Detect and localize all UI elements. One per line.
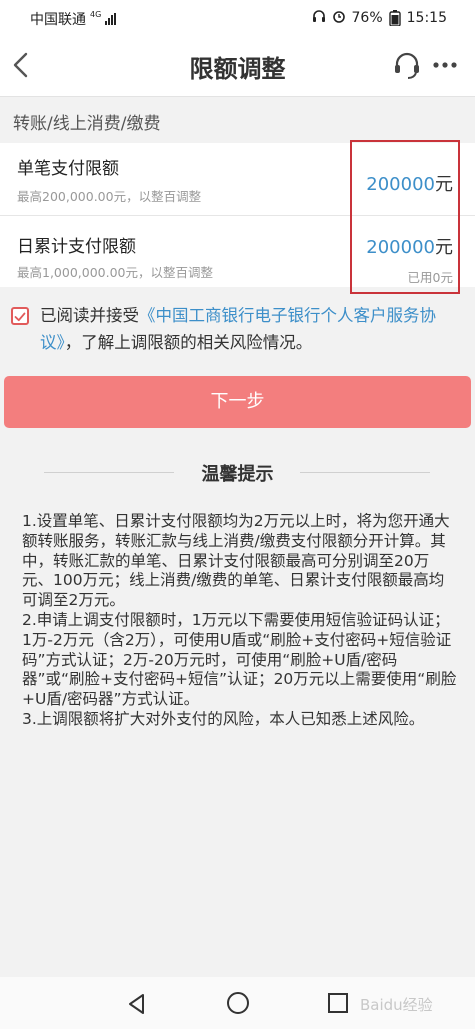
single-limit-value[interactable]: 200000元 [366, 170, 453, 196]
headset-service-icon [395, 52, 419, 79]
alarm-icon [332, 9, 346, 27]
watermark-text: Baidu经验 [360, 996, 433, 1014]
agreement-area: 已阅读并接受《中国工商银行电子银行个人客户服务协议》，了解上调限额的相关风险情况… [0, 296, 475, 366]
battery-percent: 76% [351, 10, 383, 26]
headset-icon [312, 9, 326, 27]
tips-divider-right [300, 472, 430, 473]
status-right: 76% 15:15 [312, 9, 447, 27]
tip-item: 3.上调限额将扩大对外支付的风险，本人已知悉上述风险。 [22, 709, 425, 728]
system-recent-button[interactable] [327, 992, 349, 1014]
section-title: 转账/线上消费/缴费 [13, 114, 161, 134]
agreement-suffix: ，了解上调限额的相关风险情况。 [64, 333, 313, 352]
section-header: 转账/线上消费/缴费 [0, 96, 475, 143]
single-limit-hint: 最高200,000.00元，以整百调整 [17, 189, 202, 204]
single-limit-label: 单笔支付限额 [17, 159, 119, 179]
checkmark-icon [14, 312, 26, 322]
daily-used-amount: 已用0元 [407, 270, 453, 285]
triangle-back-icon [129, 994, 144, 1014]
daily-limit-amount: 200000 [366, 237, 435, 258]
single-limit-unit: 元 [435, 174, 453, 195]
tip-item: 1.设置单笔、日累计支付限额均为2万元以上时，将为您开通大额转账服务，转账汇款与… [22, 512, 450, 610]
system-nav-bar: Baidu经验 [0, 977, 475, 1029]
daily-limit-value[interactable]: 200000元 [366, 233, 453, 259]
tips-header: 温馨提示 [0, 460, 475, 485]
daily-limit-hint: 最高1,000,000.00元，以整百调整 [17, 265, 213, 280]
nav-bar: 限额调整 [0, 34, 475, 96]
tips-body: 1.设置单笔、日累计支付限额均为2万元以上时，将为您开通大额转账服务，转账汇款与… [22, 512, 458, 730]
agreement-text: 已阅读并接受《中国工商银行电子银行个人客户服务协议》，了解上调限额的相关风险情况… [40, 302, 465, 356]
single-limit-amount: 200000 [366, 174, 435, 195]
limit-card: 单笔支付限额 最高200,000.00元，以整百调整 200000元 日累计支付… [0, 143, 475, 287]
next-step-button[interactable]: 下一步 [4, 376, 471, 428]
status-left: 中国联通 4G [30, 9, 117, 29]
status-bar: 中国联通 4G 76% 15:15 [0, 0, 475, 34]
tip-item: 2.申请上调支付限额时，1万元以下需要使用短信验证码认证；1万-2万元（含2万）… [22, 610, 457, 709]
network-type: 4G [90, 9, 102, 19]
more-button[interactable] [428, 48, 462, 82]
daily-limit-unit: 元 [435, 237, 453, 258]
agreement-prefix: 已阅读并接受 [40, 306, 139, 325]
signal-icon [105, 13, 117, 25]
more-dots-icon [433, 62, 457, 68]
system-home-button[interactable] [226, 991, 250, 1015]
daily-limit-label: 日累计支付限额 [17, 237, 136, 257]
circle-home-icon [227, 992, 249, 1014]
tips-title: 温馨提示 [201, 464, 274, 485]
clock-time: 15:15 [406, 10, 447, 26]
agree-checkbox[interactable] [11, 307, 29, 325]
battery-icon [388, 10, 401, 27]
customer-service-button[interactable] [390, 48, 424, 82]
carrier-name: 中国联通 [30, 12, 86, 28]
square-recent-icon [328, 993, 348, 1013]
system-back-button[interactable] [124, 991, 150, 1017]
